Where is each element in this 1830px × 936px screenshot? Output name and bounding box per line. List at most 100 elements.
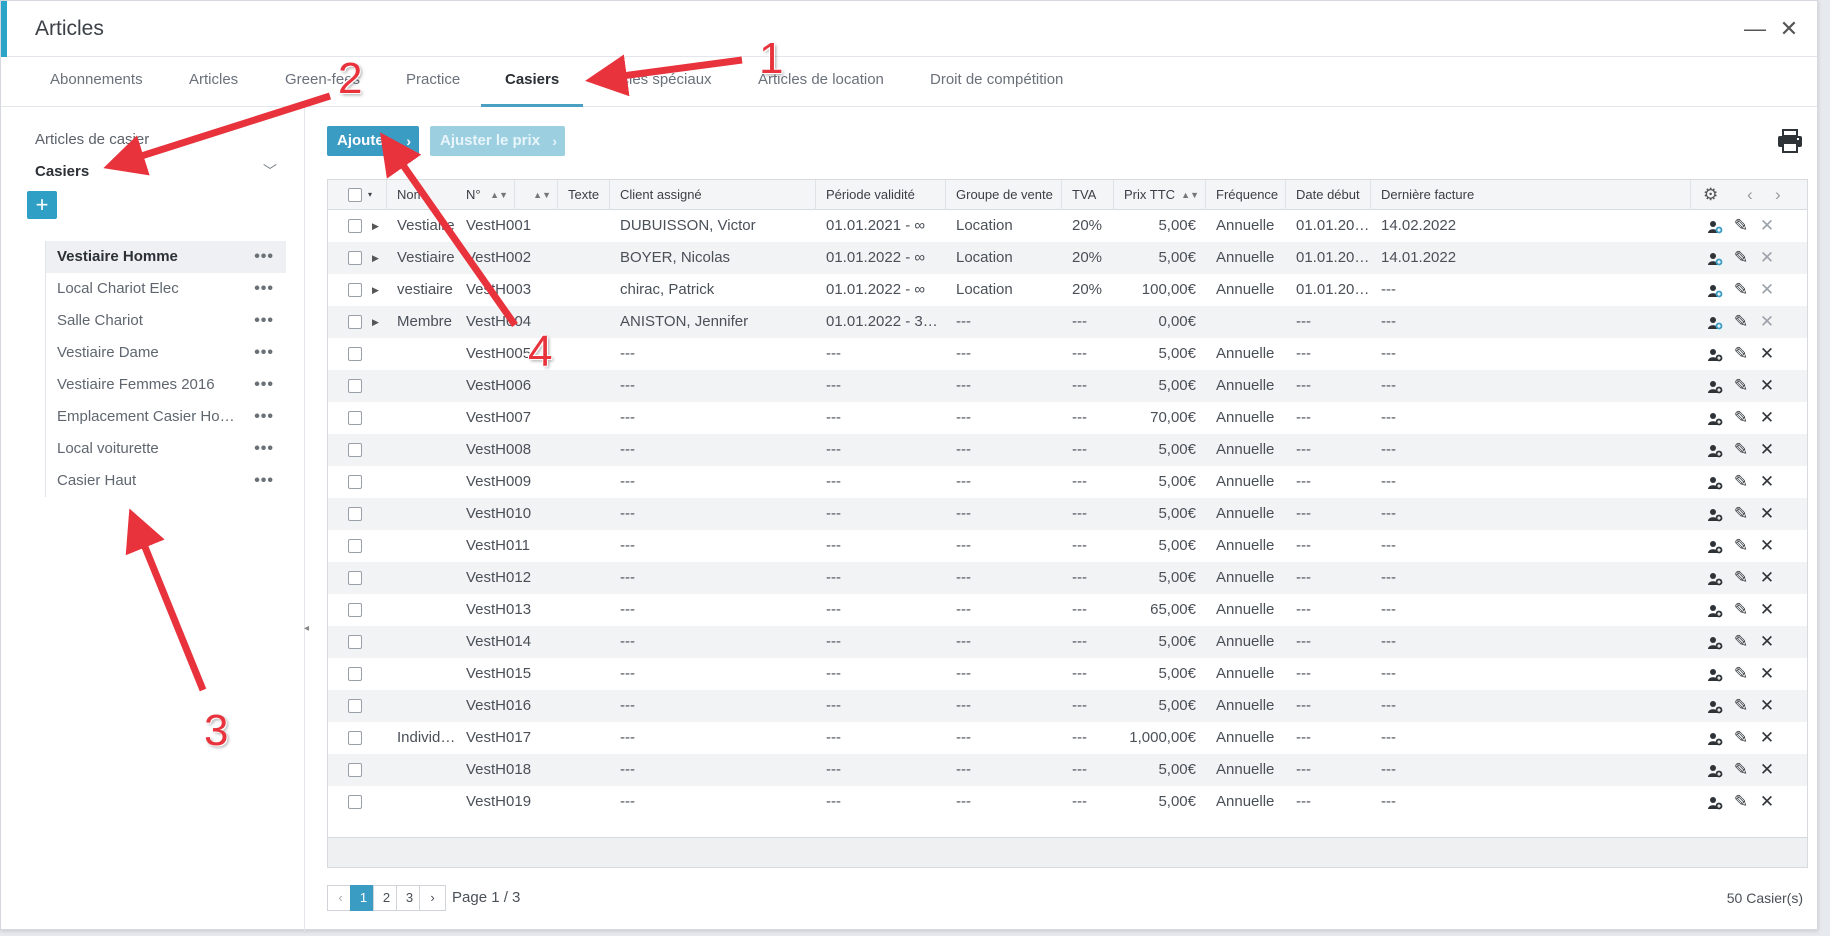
sidebar-item[interactable]: Vestiaire Dame •••: [45, 337, 286, 369]
row-checkbox[interactable]: [348, 667, 362, 681]
edit-pencil-icon[interactable]: ✎: [1730, 498, 1752, 530]
assign-user-icon[interactable]: [1704, 402, 1726, 434]
table-row[interactable]: VestH009 --- --- --- --- 5,00€ Annuelle --- --- ✎…: [328, 466, 1807, 498]
chevron-down-icon[interactable]: ▾: [368, 180, 372, 210]
assign-user-icon[interactable]: [1704, 434, 1726, 466]
col-client[interactable]: Client assigné: [610, 180, 816, 210]
row-checkbox[interactable]: [348, 635, 362, 649]
edit-pencil-icon[interactable]: ✎: [1730, 658, 1752, 690]
row-checkbox[interactable]: [348, 571, 362, 585]
row-checkbox[interactable]: [348, 763, 362, 777]
assign-user-icon[interactable]: [1704, 562, 1726, 594]
col-tva[interactable]: TVA: [1062, 180, 1114, 210]
expand-row-icon[interactable]: ▶: [372, 306, 379, 338]
delete-x-icon[interactable]: ✕: [1756, 626, 1778, 658]
edit-pencil-icon[interactable]: ✎: [1730, 306, 1752, 338]
edit-pencil-icon[interactable]: ✎: [1730, 242, 1752, 274]
delete-x-icon[interactable]: ✕: [1756, 370, 1778, 402]
assign-user-icon[interactable]: [1704, 786, 1726, 818]
select-all-header[interactable]: ▾: [328, 180, 387, 210]
more-options-icon[interactable]: •••: [254, 273, 274, 305]
delete-x-icon[interactable]: ✕: [1756, 530, 1778, 562]
printer-icon[interactable]: [1777, 129, 1803, 153]
table-row[interactable]: ▶ Vestiaire VestH001 DUBUISSON, Victor 01.01…: [328, 210, 1807, 242]
tab-droit-de-competition[interactable]: Droit de compétition: [906, 57, 1087, 107]
delete-x-icon[interactable]: ✕: [1756, 594, 1778, 626]
table-row[interactable]: VestH010 --- --- --- --- 5,00€ Annuelle --- --- ✎…: [328, 498, 1807, 530]
delete-x-icon[interactable]: ✕: [1756, 242, 1778, 274]
tab-articles[interactable]: Articles: [165, 57, 262, 107]
edit-pencil-icon[interactable]: ✎: [1730, 530, 1752, 562]
row-checkbox[interactable]: [348, 347, 362, 361]
delete-x-icon[interactable]: ✕: [1756, 274, 1778, 306]
sidebar-item[interactable]: Casier Haut •••: [45, 465, 286, 497]
table-row[interactable]: VestH007 --- --- --- --- 70,00€ Annuelle --- ---…: [328, 402, 1807, 434]
tab-practice[interactable]: Practice: [382, 57, 484, 107]
chevron-left-icon[interactable]: ‹: [1747, 180, 1753, 210]
assign-user-icon[interactable]: [1704, 722, 1726, 754]
edit-pencil-icon[interactable]: ✎: [1730, 402, 1752, 434]
delete-x-icon[interactable]: ✕: [1756, 562, 1778, 594]
table-row[interactable]: VestH008 --- --- --- --- 5,00€ Annuelle --- --- ✎…: [328, 434, 1807, 466]
assign-user-icon[interactable]: [1704, 274, 1726, 306]
edit-pencil-icon[interactable]: ✎: [1730, 210, 1752, 242]
col-periode[interactable]: Période validité: [816, 180, 946, 210]
add-button[interactable]: Ajouter ›: [327, 126, 419, 156]
assign-user-icon[interactable]: [1704, 690, 1726, 722]
expand-row-icon[interactable]: ▶: [372, 274, 379, 306]
edit-pencil-icon[interactable]: ✎: [1730, 370, 1752, 402]
col-groupe[interactable]: Groupe de vente: [946, 180, 1062, 210]
add-category-button[interactable]: +: [27, 191, 57, 219]
delete-x-icon[interactable]: ✕: [1756, 754, 1778, 786]
sidebar-section-title[interactable]: Casiers: [35, 163, 89, 180]
more-options-icon[interactable]: •••: [254, 401, 274, 433]
table-row[interactable]: Individuel VestH017 --- --- --- --- 1,000,00€ A…: [328, 722, 1807, 754]
assign-user-icon[interactable]: [1704, 658, 1726, 690]
edit-pencil-icon[interactable]: ✎: [1730, 626, 1752, 658]
assign-user-icon[interactable]: [1704, 338, 1726, 370]
sidebar-item[interactable]: Emplacement Casier Homme •••: [45, 401, 286, 433]
row-checkbox[interactable]: [348, 443, 362, 457]
assign-user-icon[interactable]: [1704, 498, 1726, 530]
delete-x-icon[interactable]: ✕: [1756, 786, 1778, 818]
chevron-right-icon[interactable]: ›: [1775, 180, 1781, 210]
col-texte[interactable]: Texte: [558, 180, 610, 210]
row-checkbox[interactable]: [348, 699, 362, 713]
table-row[interactable]: VestH018 --- --- --- --- 5,00€ Annuelle --- --- ✎…: [328, 754, 1807, 786]
sidebar-item[interactable]: Local Chariot Elec •••: [45, 273, 286, 305]
assign-user-icon[interactable]: [1704, 594, 1726, 626]
assign-user-icon[interactable]: [1704, 754, 1726, 786]
delete-x-icon[interactable]: ✕: [1756, 690, 1778, 722]
edit-pencil-icon[interactable]: ✎: [1730, 466, 1752, 498]
edit-pencil-icon[interactable]: ✎: [1730, 562, 1752, 594]
tab-abonnements[interactable]: Abonnements: [26, 57, 167, 107]
more-options-icon[interactable]: •••: [254, 369, 274, 401]
edit-pencil-icon[interactable]: ✎: [1730, 338, 1752, 370]
sidebar-item[interactable]: Salle Chariot •••: [45, 305, 286, 337]
table-row[interactable]: VestH015 --- --- --- --- 5,00€ Annuelle --- --- ✎…: [328, 658, 1807, 690]
col-frequence[interactable]: Fréquence: [1206, 180, 1286, 210]
tab-casiers[interactable]: Casiers: [481, 57, 584, 107]
row-checkbox[interactable]: [348, 475, 362, 489]
adjust-price-button[interactable]: Ajuster le prix ›: [430, 126, 565, 156]
more-options-icon[interactable]: •••: [254, 241, 274, 273]
row-checkbox[interactable]: [348, 507, 362, 521]
delete-x-icon[interactable]: ✕: [1756, 498, 1778, 530]
delete-x-icon[interactable]: ✕: [1756, 658, 1778, 690]
table-row[interactable]: VestH013 --- --- --- --- 65,00€ Annuelle --- ---…: [328, 594, 1807, 626]
delete-x-icon[interactable]: ✕: [1756, 722, 1778, 754]
delete-x-icon[interactable]: ✕: [1756, 306, 1778, 338]
row-checkbox[interactable]: [348, 731, 362, 745]
sidebar-item[interactable]: Vestiaire Femmes 2016 •••: [45, 369, 286, 401]
assign-user-icon[interactable]: [1704, 370, 1726, 402]
edit-pencil-icon[interactable]: ✎: [1730, 754, 1752, 786]
more-options-icon[interactable]: •••: [254, 305, 274, 337]
edit-pencil-icon[interactable]: ✎: [1730, 722, 1752, 754]
delete-x-icon[interactable]: ✕: [1756, 338, 1778, 370]
col-numero[interactable]: N° ▲▼: [456, 180, 558, 210]
col-date-debut[interactable]: Date début: [1286, 180, 1371, 210]
table-row[interactable]: VestH014 --- --- --- --- 5,00€ Annuelle --- --- ✎…: [328, 626, 1807, 658]
assign-user-icon[interactable]: [1704, 306, 1726, 338]
delete-x-icon[interactable]: ✕: [1756, 402, 1778, 434]
more-options-icon[interactable]: •••: [254, 465, 274, 497]
